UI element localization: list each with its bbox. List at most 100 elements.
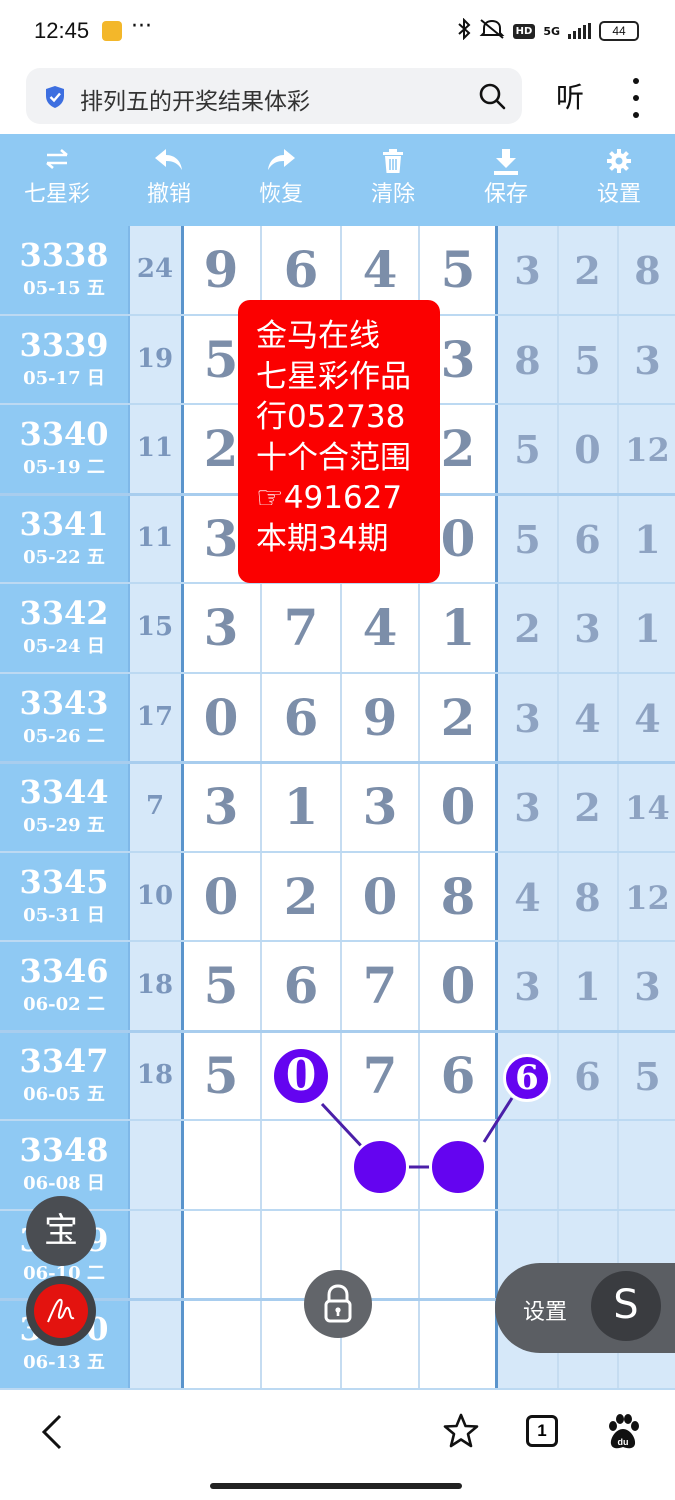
toolbar-save-button[interactable]: 保存 (450, 134, 562, 226)
main-digit[interactable]: 5 (419, 240, 497, 300)
main-digit[interactable]: 2 (419, 688, 497, 748)
trash-icon (337, 134, 449, 174)
main-digit[interactable]: 1 (419, 598, 497, 658)
main-digit[interactable]: 0 (419, 777, 497, 837)
s-pen-button[interactable]: S (591, 1271, 661, 1341)
extra-digit[interactable]: 4 (618, 696, 675, 742)
search-query: 排列五的开奖结果体彩 (80, 89, 310, 115)
main-digit[interactable]: 9 (341, 688, 419, 748)
main-digit[interactable]: 6 (419, 1046, 497, 1106)
home-indicator (210, 1483, 462, 1489)
promo-line: 十个合范围 (256, 439, 411, 476)
chart-toolbar: 七星彩 撤销 恢复 清除 保存 设置 (0, 134, 675, 226)
sum-value: 24 (136, 254, 174, 284)
extra-digit[interactable]: 1 (558, 964, 617, 1010)
extra-digit[interactable]: 5 (618, 1054, 675, 1100)
favorite-star-icon[interactable] (442, 1412, 480, 1450)
more-menu-icon[interactable] (628, 78, 644, 118)
listen-button[interactable]: 听 (556, 76, 584, 116)
toolbar-settings-button[interactable]: 设置 (563, 134, 675, 226)
main-digit[interactable]: 5 (182, 956, 260, 1016)
extra-digit[interactable]: 2 (558, 785, 617, 831)
extra-digit[interactable]: 5 (498, 517, 557, 563)
main-digit[interactable]: 0 (419, 956, 497, 1016)
main-digit[interactable]: 7 (262, 598, 340, 658)
main-digit[interactable]: 9 (182, 240, 260, 300)
toolbar-undo-button[interactable]: 撤销 (113, 134, 225, 226)
search-icon[interactable] (478, 82, 506, 110)
extra-digit[interactable]: 12 (618, 875, 675, 921)
main-digit[interactable]: 3 (341, 777, 419, 837)
tabs-count-button[interactable]: 1 (526, 1415, 558, 1447)
extra-digit[interactable]: 5 (558, 338, 617, 384)
extra-digit[interactable]: 3 (618, 964, 675, 1010)
floating-settings-panel[interactable]: 设置 S (495, 1263, 675, 1353)
extra-digit[interactable]: 0 (558, 427, 617, 473)
browser-search-row: 排列五的开奖结果体彩 听 (0, 62, 675, 134)
period-number: 3348 (19, 1131, 109, 1169)
extra-digit[interactable]: 3 (618, 338, 675, 384)
marker-ball[interactable]: 0 (271, 1046, 331, 1106)
sum-value: 10 (136, 880, 174, 911)
main-digit[interactable]: 6 (262, 240, 340, 300)
back-icon[interactable] (38, 1412, 68, 1452)
extra-digit[interactable]: 6 (558, 1054, 617, 1100)
extra-digit[interactable]: 8 (558, 875, 617, 921)
lock-button[interactable] (304, 1270, 372, 1338)
extra-digit[interactable]: 4 (498, 875, 557, 921)
extra-digit[interactable]: 1 (618, 606, 675, 652)
main-digit[interactable]: 7 (341, 1046, 419, 1106)
search-input[interactable]: 排列五的开奖结果体彩 (26, 68, 522, 124)
baidu-paw-icon[interactable]: du (604, 1412, 642, 1452)
main-digit[interactable]: 2 (262, 867, 340, 927)
extra-digit[interactable]: 2 (558, 248, 617, 294)
extra-digit[interactable]: 3 (558, 606, 617, 652)
period-number: 3345 (19, 862, 109, 901)
marker-ball-blank[interactable] (429, 1138, 487, 1196)
marker-ball[interactable]: 6 (503, 1054, 551, 1102)
extra-digit[interactable]: 3 (498, 964, 557, 1010)
main-digit[interactable]: 7 (341, 956, 419, 1016)
extra-digit[interactable]: 3 (498, 785, 557, 831)
main-digit[interactable]: 3 (182, 598, 260, 658)
main-digit[interactable]: 1 (262, 777, 340, 837)
main-digit[interactable]: 6 (262, 688, 340, 748)
extra-digit[interactable]: 5 (498, 427, 557, 473)
notification-app-icon (102, 21, 122, 41)
extra-digit[interactable]: 12 (618, 427, 675, 473)
toolbar-lottery-switch-button[interactable]: 七星彩 (1, 134, 113, 226)
extra-digit[interactable]: 6 (558, 517, 617, 563)
main-digit[interactable]: 3 (182, 777, 260, 837)
extra-digit[interactable]: 14 (618, 785, 675, 831)
period-date: 05-17 日 (23, 367, 105, 389)
main-digit[interactable]: 0 (182, 867, 260, 927)
main-digit[interactable]: 0 (182, 688, 260, 748)
main-digit[interactable]: 0 (341, 867, 419, 927)
extra-digit[interactable]: 3 (498, 248, 557, 294)
extra-digit[interactable]: 1 (618, 517, 675, 563)
treasure-float-button[interactable]: 宝 (26, 1196, 96, 1266)
toolbar-redo-button[interactable]: 恢复 (225, 134, 337, 226)
bluetooth-icon (457, 17, 471, 44)
sum-value: 17 (136, 701, 174, 732)
main-digit[interactable]: 6 (262, 956, 340, 1016)
sum-value: 18 (136, 970, 174, 1000)
main-digit[interactable]: 4 (341, 598, 419, 658)
extra-digit[interactable]: 8 (498, 338, 557, 384)
sum-value: 18 (136, 1059, 174, 1090)
swap-arrows-icon (1, 134, 113, 174)
toolbar-label: 恢复 (258, 182, 303, 207)
signature-float-button[interactable] (26, 1276, 96, 1346)
extra-digit[interactable]: 2 (498, 606, 557, 652)
download-icon (450, 134, 562, 175)
floating-settings-label[interactable]: 设置 (523, 1294, 567, 1326)
extra-digit[interactable]: 3 (498, 696, 557, 742)
extra-digit[interactable]: 4 (558, 696, 617, 742)
sum-value: 15 (136, 612, 174, 642)
main-digit[interactable]: 4 (341, 240, 419, 300)
toolbar-clear-button[interactable]: 清除 (337, 134, 449, 226)
main-digit[interactable]: 5 (182, 1046, 260, 1106)
extra-digit[interactable]: 8 (618, 248, 675, 294)
main-digit[interactable]: 8 (419, 867, 497, 927)
marker-ball-blank[interactable] (351, 1138, 409, 1196)
